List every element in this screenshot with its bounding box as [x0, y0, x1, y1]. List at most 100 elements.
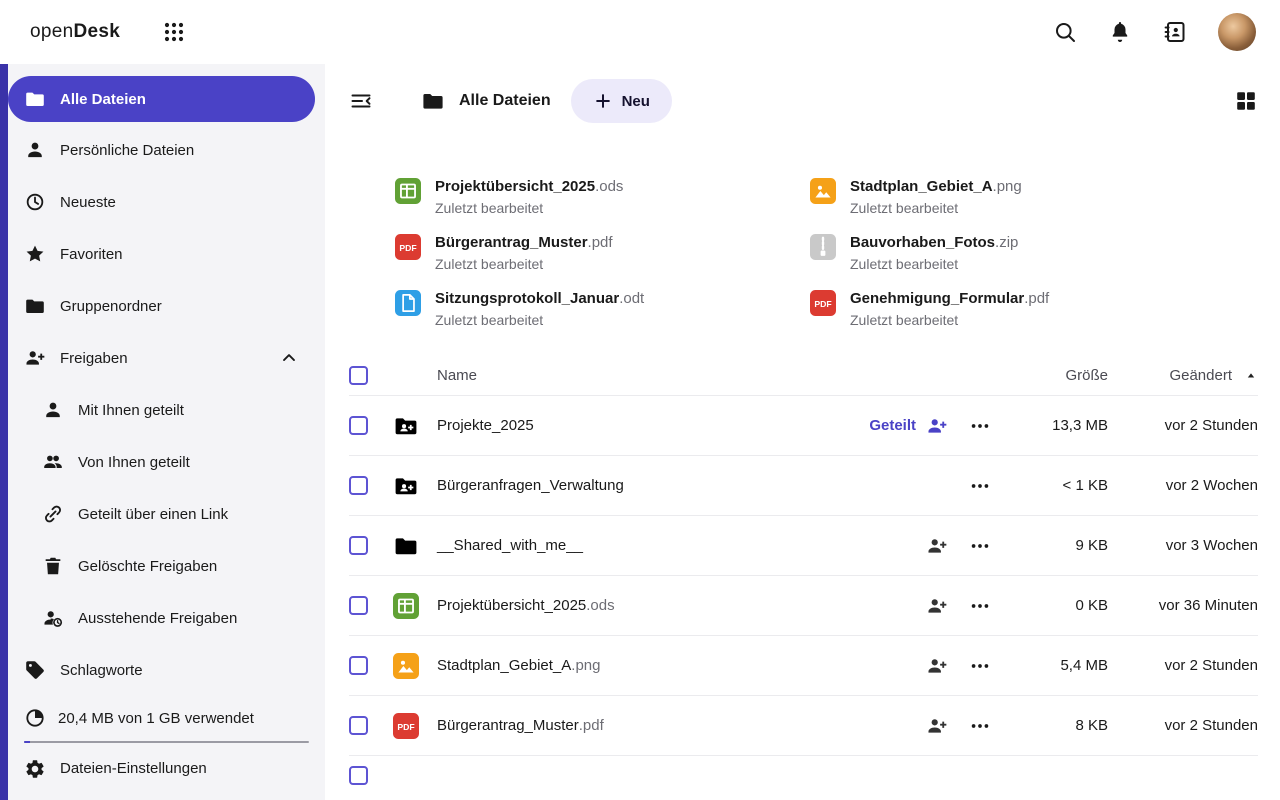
share-icon[interactable]: [926, 655, 948, 677]
chevron-up-icon[interactable]: [279, 348, 299, 368]
collapse-sidebar-button[interactable]: [349, 89, 373, 113]
row-checkbox[interactable]: [349, 596, 368, 615]
logo-text-regular: open: [30, 21, 73, 42]
shared-label[interactable]: Geteilt: [869, 417, 916, 434]
folder-icon: [24, 295, 46, 317]
logo-text-bold: Desk: [73, 21, 120, 42]
column-header-name[interactable]: Name: [437, 367, 818, 384]
sidebar-item-freigaben[interactable]: Freigaben: [8, 332, 315, 384]
file-extension: .png: [571, 657, 600, 674]
sidebar-item-label: Alle Dateien: [60, 91, 146, 108]
apps-grid-button[interactable]: [162, 20, 186, 44]
sidebar-item-geloeschte-freigaben[interactable]: Gelöschte Freigaben: [8, 540, 315, 592]
row-checkbox[interactable]: [349, 416, 368, 435]
sidebar-item-schlagworte[interactable]: Schlagworte: [8, 644, 315, 696]
search-icon: [1053, 20, 1077, 44]
sidebar-item-mit-ihnen-geteilt[interactable]: Mit Ihnen geteilt: [8, 384, 315, 436]
share-icon[interactable]: [926, 715, 948, 737]
row-checkbox[interactable]: [349, 536, 368, 555]
sidebar-item-label: Favoriten: [60, 246, 123, 263]
share-icon[interactable]: [926, 535, 948, 557]
sidebar-item-label: Gruppenordner: [60, 298, 162, 315]
file-row[interactable]: __Shared_with_me__ 9 KB vor 3 Wochen: [349, 516, 1258, 576]
more-actions-button[interactable]: [969, 595, 991, 617]
settings-label: Dateien-Einstellungen: [60, 760, 207, 777]
share-icon[interactable]: [926, 595, 948, 617]
file-modified: vor 2 Stunden: [1108, 657, 1258, 674]
sidebar-item-label: Gelöschte Freigaben: [78, 558, 217, 575]
link-icon: [42, 503, 64, 525]
sidebar-item-favoriten[interactable]: Favoriten: [8, 228, 315, 280]
more-actions-button[interactable]: [969, 535, 991, 557]
file-status: Zuletzt bearbeitet: [850, 312, 1049, 328]
new-button[interactable]: Neu: [571, 79, 672, 123]
file-row[interactable]: Bürgerantrag_Muster.pdf 8 KB vor 2 Stund…: [349, 696, 1258, 756]
search-button[interactable]: [1053, 20, 1077, 44]
file-status: Zuletzt bearbeitet: [435, 200, 623, 216]
files-settings-button[interactable]: Dateien-Einstellungen: [0, 743, 325, 800]
column-header-modified[interactable]: Geändert: [1108, 367, 1258, 384]
recent-file-card[interactable]: Bauvorhaben_Fotos.zip Zuletzt bearbeitet: [810, 234, 1258, 272]
notifications-button[interactable]: [1108, 20, 1132, 44]
row-checkbox[interactable]: [349, 656, 368, 675]
folder-icon: [24, 88, 46, 110]
sidebar-item-label: Mit Ihnen geteilt: [78, 402, 184, 419]
file-row[interactable]: Bürgeranfragen_Verwaltung < 1 KB vor 2 W…: [349, 456, 1258, 516]
file-status: Zuletzt bearbeitet: [435, 312, 644, 328]
file-row[interactable]: Projektübersicht_2025.ods 0 KB vor 36 Mi…: [349, 576, 1258, 636]
file-row[interactable]: Stadtplan_Gebiet_A.png 5,4 MB vor 2 Stun…: [349, 636, 1258, 696]
more-icon: [969, 715, 991, 737]
pdf-file-icon: [393, 713, 419, 739]
contacts-button[interactable]: [1163, 20, 1187, 44]
file-row[interactable]: [349, 756, 1258, 786]
more-actions-button[interactable]: [969, 415, 991, 437]
file-size: 0 KB: [1012, 597, 1108, 614]
file-size: 8 KB: [1012, 717, 1108, 734]
file-name: Sitzungsprotokoll_Januar: [435, 290, 619, 307]
recent-file-card[interactable]: Stadtplan_Gebiet_A.png Zuletzt bearbeite…: [810, 178, 1258, 216]
file-row[interactable]: Projekte_2025 Geteilt 13,3 MB vor 2 Stun…: [349, 396, 1258, 456]
view-grid-toggle[interactable]: [1234, 89, 1258, 113]
app-logo[interactable]: openDesk: [30, 21, 120, 43]
file-name: Bürgeranfragen_Verwaltung: [437, 477, 624, 494]
grid-view-icon: [1234, 89, 1258, 113]
recent-file-card[interactable]: Projektübersicht_2025.ods Zuletzt bearbe…: [395, 178, 810, 216]
more-actions-button[interactable]: [969, 655, 991, 677]
sidebar-item-ausstehende-freigaben[interactable]: Ausstehende Freigaben: [8, 592, 315, 644]
sidebar-item-label: Neueste: [60, 194, 116, 211]
row-checkbox[interactable]: [349, 476, 368, 495]
sidebar-item-label: Schlagworte: [60, 662, 143, 679]
person-icon: [42, 399, 64, 421]
topbar: openDesk: [0, 0, 1280, 64]
apps-grid-icon: [162, 20, 186, 44]
row-checkbox[interactable]: [349, 766, 368, 785]
file-size: 5,4 MB: [1012, 657, 1108, 674]
file-extension: .pdf: [1024, 290, 1049, 307]
new-button-label: Neu: [622, 93, 650, 110]
file-name: Genehmigung_Formular: [850, 290, 1024, 307]
main-toolbar: Alle Dateien Neu: [349, 64, 1258, 138]
breadcrumb[interactable]: Alle Dateien: [421, 89, 551, 113]
sidebar-item-persoenliche-dateien[interactable]: Persönliche Dateien: [8, 124, 315, 176]
recent-file-card[interactable]: Sitzungsprotokoll_Januar.odt Zuletzt bea…: [395, 290, 810, 328]
sidebar-item-neueste[interactable]: Neueste: [8, 176, 315, 228]
avatar[interactable]: [1218, 13, 1256, 51]
select-all-checkbox[interactable]: [349, 366, 368, 385]
share-icon[interactable]: [926, 415, 948, 437]
sidebar-item-alle-dateien[interactable]: Alle Dateien: [8, 76, 315, 122]
bell-icon: [1108, 20, 1132, 44]
more-actions-button[interactable]: [969, 475, 991, 497]
shared-folder-icon: [393, 473, 419, 499]
column-header-size[interactable]: Größe: [1012, 367, 1108, 384]
file-name: Bauvorhaben_Fotos: [850, 234, 995, 251]
sidebar: Alle Dateien Persönliche Dateien Neueste…: [0, 64, 325, 800]
row-checkbox[interactable]: [349, 716, 368, 735]
sidebar-item-gruppenordner[interactable]: Gruppenordner: [8, 280, 315, 332]
more-actions-button[interactable]: [969, 715, 991, 737]
sidebar-item-geteilt-ueber-link[interactable]: Geteilt über einen Link: [8, 488, 315, 540]
recent-file-card[interactable]: Genehmigung_Formular.pdf Zuletzt bearbei…: [810, 290, 1258, 328]
recent-file-card[interactable]: Bürgerantrag_Muster.pdf Zuletzt bearbeit…: [395, 234, 810, 272]
file-extension: .pdf: [579, 717, 604, 734]
sidebar-item-von-ihnen-geteilt[interactable]: Von Ihnen geteilt: [8, 436, 315, 488]
trash-icon: [42, 555, 64, 577]
